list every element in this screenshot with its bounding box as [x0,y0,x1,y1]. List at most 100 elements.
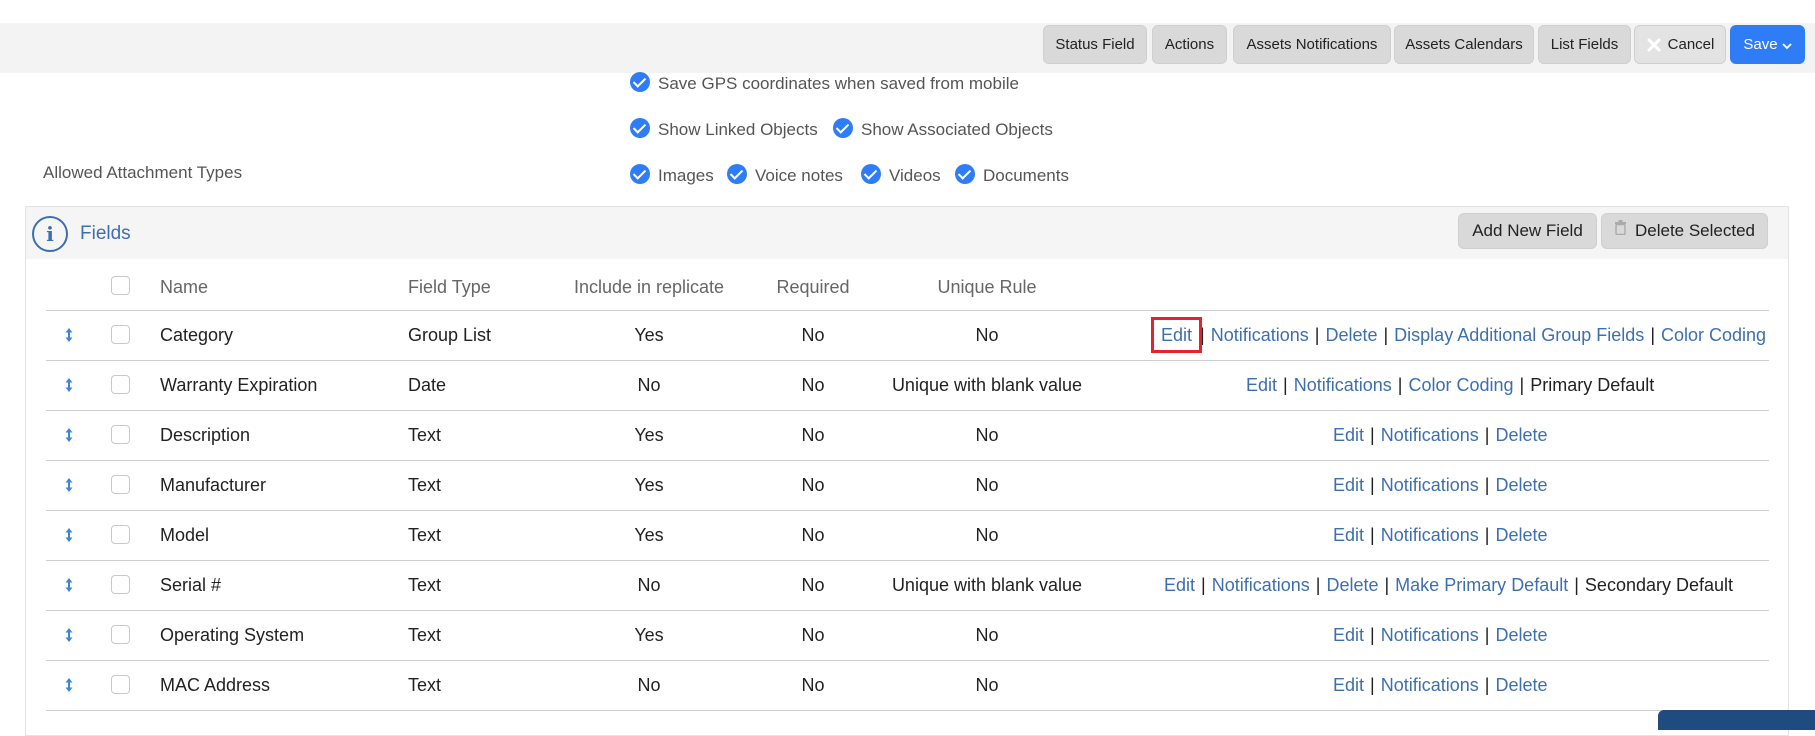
row-actions: Edit | Notifications | Delete | Display Additi… [1150,317,1766,353]
checked-icon [630,163,650,184]
cell-name: Serial # [160,575,222,595]
drag-handle-icon[interactable] [64,625,74,645]
assets-calendars-button[interactable]: Assets Calendars [1394,25,1534,64]
action-edit-link[interactable]: Edit [1150,317,1203,353]
action-color-coding-link[interactable]: Color Coding [1661,325,1766,345]
default-status-label: Secondary Default [1584,575,1734,595]
cell-include-in-replicate: Yes [634,625,664,645]
attachment-voice-notes-label: Voice notes [755,166,843,185]
action-separator: | [1650,325,1655,345]
row-checkbox[interactable] [111,325,130,344]
action-notifications-link[interactable]: Notifications [1211,325,1309,345]
cell-required: No [801,575,825,595]
drag-handle-icon[interactable] [64,575,74,595]
action-delete-link[interactable]: Delete [1495,625,1547,645]
action-delete-link[interactable]: Delete [1325,325,1377,345]
attachment-images-option[interactable]: Images [630,163,714,187]
table-row: MAC Address Text No No No Edit | Notifications |… [46,661,1769,711]
action-edit-link[interactable]: Edit [1164,575,1195,595]
drag-handle-icon[interactable] [64,525,74,545]
action-delete-link[interactable]: Delete [1495,675,1547,695]
allowed-attachment-types-label: Allowed Attachment Types [43,163,243,182]
action-color-coding-link[interactable]: Color Coding [1408,375,1513,395]
corner-widget-tab[interactable] [1658,710,1815,730]
show-linked-label: Show Linked Objects [658,120,818,139]
delete-selected-button[interactable]: Delete Selected [1601,213,1768,249]
actions-button[interactable]: Actions [1152,25,1227,64]
drag-handle-icon[interactable] [64,375,74,395]
action-notifications-link[interactable]: Notifications [1294,375,1392,395]
action-edit-link[interactable]: Edit [1333,425,1364,445]
fields-panel-title: Fields [80,223,131,244]
cell-name: Operating System [160,625,305,645]
action-separator: | [1315,575,1321,595]
row-checkbox[interactable] [111,375,130,394]
cell-required: No [801,425,825,445]
status-field-button[interactable]: Status Field [1043,25,1147,64]
save-button[interactable]: Save [1730,25,1805,64]
action-notifications-link[interactable]: Notifications [1381,625,1479,645]
cell-required: No [801,525,825,545]
action-delete-link[interactable]: Delete [1495,525,1547,545]
show-linked-objects-option[interactable]: Show Linked Objects [630,117,818,141]
action-display-additional-group-fields-link[interactable]: Display Additional Group Fields [1394,325,1644,345]
row-checkbox[interactable] [111,475,130,494]
action-notifications-link[interactable]: Notifications [1212,575,1310,595]
action-delete-link[interactable]: Delete [1495,425,1547,445]
attachment-voice-notes-option[interactable]: Voice notes [727,163,843,187]
header-name: Name [160,277,209,297]
action-separator: | [1201,575,1206,595]
attachment-videos-option[interactable]: Videos [861,163,941,187]
cell-field-type: Group List [408,325,492,345]
cell-field-type: Text [408,675,442,695]
row-checkbox[interactable] [111,675,130,694]
action-delete-link[interactable]: Delete [1326,575,1378,595]
action-separator: | [1574,575,1579,595]
cell-unique-rule: No [975,525,999,545]
cell-unique-rule: No [975,425,999,445]
action-edit-link[interactable]: Edit [1333,525,1364,545]
cell-required: No [801,675,825,695]
action-notifications-link[interactable]: Notifications [1381,525,1479,545]
drag-handle-icon[interactable] [64,425,74,445]
gps-option-label: Save GPS coordinates when saved from mob… [658,74,1019,93]
table-row: Warranty Expiration Date No No Unique with b… [46,361,1769,411]
cell-unique-rule: No [975,675,999,695]
cell-unique-rule: Unique with blank value [891,575,1083,595]
action-edit-link[interactable]: Edit [1246,375,1277,395]
cell-required: No [801,475,825,495]
row-checkbox[interactable] [111,575,130,594]
row-checkbox[interactable] [111,525,130,544]
row-checkbox[interactable] [111,625,130,644]
assets-notifications-button[interactable]: Assets Notifications [1233,25,1391,64]
attachment-documents-option[interactable]: Documents [955,163,1069,187]
drag-handle-icon[interactable] [64,325,74,345]
action-notifications-link[interactable]: Notifications [1381,425,1479,445]
cell-field-type: Text [408,575,442,595]
select-all-checkbox[interactable] [111,276,130,295]
action-edit-link[interactable]: Edit [1333,625,1364,645]
action-make-primary-default-link[interactable]: Make Primary Default [1395,575,1568,595]
drag-handle-icon[interactable] [64,675,74,695]
action-edit-link[interactable]: Edit [1333,475,1364,495]
cancel-button[interactable]: Cancel [1634,25,1726,64]
attachment-images-label: Images [658,166,714,185]
gps-option[interactable]: Save GPS coordinates when saved from mob… [630,71,1019,95]
cell-unique-rule: No [975,625,999,645]
action-notifications-link[interactable]: Notifications [1381,675,1479,695]
action-notifications-link[interactable]: Notifications [1381,475,1479,495]
chevron-down-icon [1781,27,1792,64]
cell-name: Model [160,525,210,545]
show-associated-objects-option[interactable]: Show Associated Objects [833,117,1053,141]
drag-handle-icon[interactable] [64,475,74,495]
cell-include-in-replicate: No [637,575,661,595]
row-checkbox[interactable] [111,425,130,444]
action-separator: | [1397,375,1403,395]
list-fields-button[interactable]: List Fields [1538,25,1631,64]
checked-icon [630,117,650,138]
action-edit-link[interactable]: Edit [1333,675,1364,695]
action-delete-link[interactable]: Delete [1495,475,1547,495]
cell-unique-rule: No [975,475,999,495]
checked-icon [727,163,747,184]
add-new-field-button[interactable]: Add New Field [1458,213,1597,249]
